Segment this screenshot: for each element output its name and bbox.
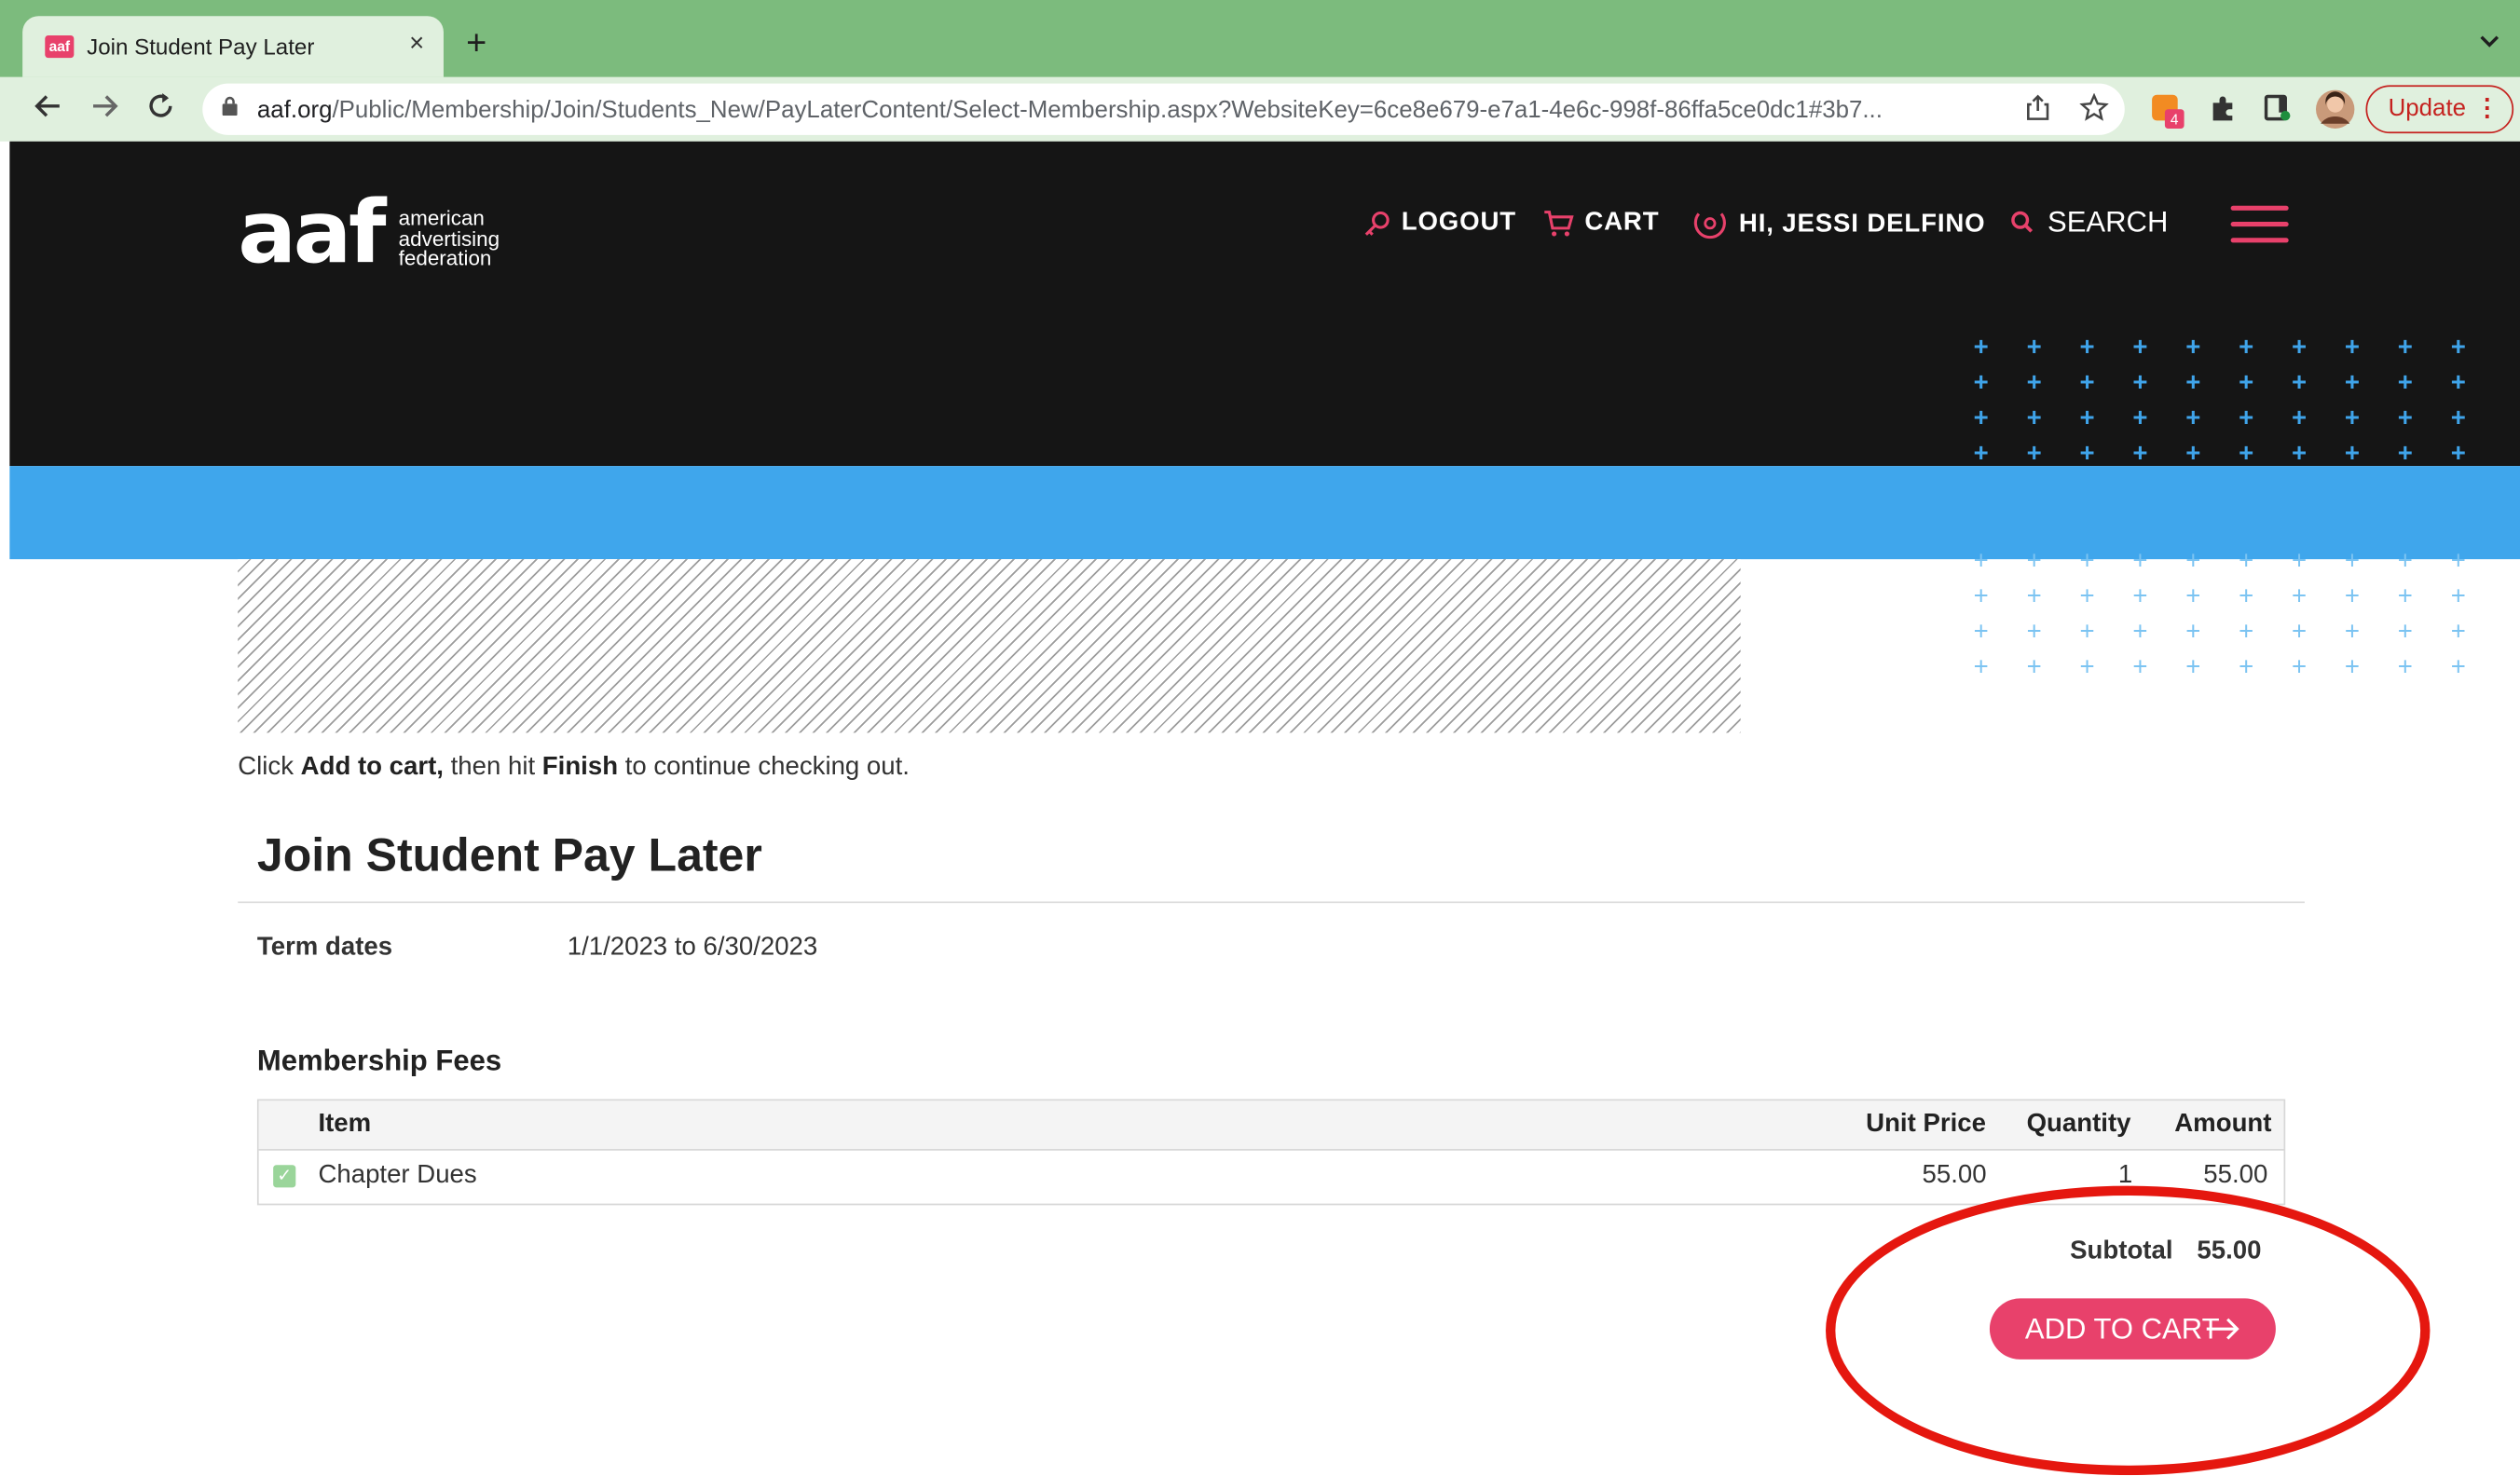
update-button[interactable]: Update ⋮ (2365, 85, 2514, 134)
account-link[interactable]: HI, JESSI DELFINO (1691, 209, 1985, 240)
aaf-logo[interactable]: aaf american advertising federation (238, 181, 500, 283)
amount-value: 55.00 (2203, 1161, 2268, 1190)
account-greeting: HI, JESSI DELFINO (1738, 210, 1986, 239)
update-label: Update (2388, 94, 2467, 123)
table-header-row: Item Unit Price Quantity Amount (258, 1100, 2284, 1151)
site-header: aaf american advertising federation LOGO… (9, 141, 2520, 468)
logout-label: LOGOUT (1401, 209, 1516, 237)
tab-bar: aaf Join Student Pay Later × + (0, 0, 2520, 77)
lock-icon (222, 96, 238, 116)
term-dates-label: Term dates (256, 933, 393, 962)
fees-table: Item Unit Price Quantity Amount ✓ Chapte… (256, 1099, 2286, 1206)
membership-fees-heading: Membership Fees (256, 1044, 502, 1077)
instructions-part: Click (238, 753, 301, 782)
browser-tab[interactable]: aaf Join Student Pay Later × (22, 16, 444, 77)
search-icon (2011, 210, 2034, 232)
decorative-plus-pattern: + + + + + + + + + + + + + + + + + + + + … (1973, 548, 2482, 682)
column-header-quantity: Quantity (2026, 1110, 2131, 1138)
column-header-unit-price: Unit Price (1866, 1110, 1986, 1138)
reload-icon[interactable] (144, 90, 176, 130)
instructions-bold: Finish (541, 753, 619, 782)
subtotal-label: Subtotal (2070, 1237, 2173, 1265)
decorative-hatch-pattern (238, 559, 1741, 733)
aaf-favicon-icon: aaf (45, 34, 75, 59)
tab-title: Join Student Pay Later (87, 34, 315, 60)
profile-avatar-icon[interactable] (2314, 89, 2355, 129)
title-divider (238, 901, 2305, 904)
search-label: SEARCH (2048, 205, 2169, 239)
cart-label: CART (1584, 209, 1660, 237)
reading-list-icon[interactable] (2263, 93, 2294, 125)
share-icon[interactable] (2025, 93, 2051, 130)
decorative-plus-pattern: + + + + + + + + + + + + + + + + + + + + … (1973, 334, 2482, 468)
url-path: /Public/Membership/Join/Students_New/Pay… (332, 96, 1883, 124)
back-arrow-icon[interactable] (32, 90, 63, 130)
unit-price-value: 55.00 (1922, 1161, 1987, 1190)
add-to-cart-button[interactable]: ADD TO CART (1989, 1298, 2276, 1360)
instructions-bold: Add to cart, (300, 753, 444, 782)
page-title: Join Student Pay Later (256, 830, 762, 882)
term-dates-value: 1/1/2023 to 6/30/2023 (567, 933, 818, 962)
browser-window: aaf Join Student Pay Later × + aaf.org/P… (0, 0, 2520, 1476)
more-menu-icon: ⋮ (2474, 94, 2499, 123)
extension-notification-icon[interactable]: 4 (2150, 93, 2184, 129)
hamburger-menu-icon[interactable] (2230, 205, 2289, 244)
search-link[interactable]: SEARCH (2009, 205, 2169, 239)
instructions-part: to continue checking out. (618, 753, 910, 782)
key-icon (1364, 211, 1390, 236)
logo-subtitle: american advertising federation (398, 208, 500, 270)
add-to-cart-label: ADD TO CART (2024, 1312, 2220, 1346)
url-host: aaf.org (256, 96, 333, 124)
cart-icon (1544, 211, 1574, 237)
instructions-text: Click Add to cart, then hit Finish to co… (238, 754, 910, 783)
user-circle-icon (1693, 212, 1726, 239)
bookmark-star-icon[interactable] (2079, 92, 2109, 130)
extension-badge-count: 4 (2171, 113, 2179, 129)
column-header-item: Item (318, 1110, 372, 1138)
subtotal-value: 55.00 (2197, 1237, 2262, 1265)
new-tab-button[interactable]: + (466, 25, 486, 62)
browser-toolbar: aaf.org/Public/Membership/Join/Students_… (0, 76, 2520, 142)
item-name: Chapter Dues (318, 1161, 477, 1190)
table-row: ✓ Chapter Dues 55.00 1 55.00 (259, 1152, 2284, 1203)
close-tab-icon[interactable]: × (409, 31, 424, 60)
instructions-part: then hit (443, 753, 542, 782)
forward-arrow-icon[interactable] (89, 90, 120, 130)
logout-link[interactable]: LOGOUT (1363, 209, 1516, 238)
tab-search-chevron-icon[interactable] (2478, 29, 2500, 55)
url-text: aaf.org/Public/Membership/Join/Students_… (257, 96, 1883, 123)
chapter-dues-checkbox[interactable]: ✓ (273, 1165, 296, 1188)
logo-wordmark: aaf (238, 181, 386, 283)
cart-link[interactable]: CART (1543, 209, 1660, 238)
column-header-amount: Amount (2174, 1110, 2272, 1138)
arrow-right-icon (2206, 1318, 2239, 1340)
logo-sub-line: federation (398, 245, 492, 270)
address-bar[interactable]: aaf.org/Public/Membership/Join/Students_… (202, 83, 2125, 135)
quantity-value: 1 (2117, 1161, 2133, 1190)
extensions-puzzle-icon[interactable] (2208, 93, 2239, 125)
